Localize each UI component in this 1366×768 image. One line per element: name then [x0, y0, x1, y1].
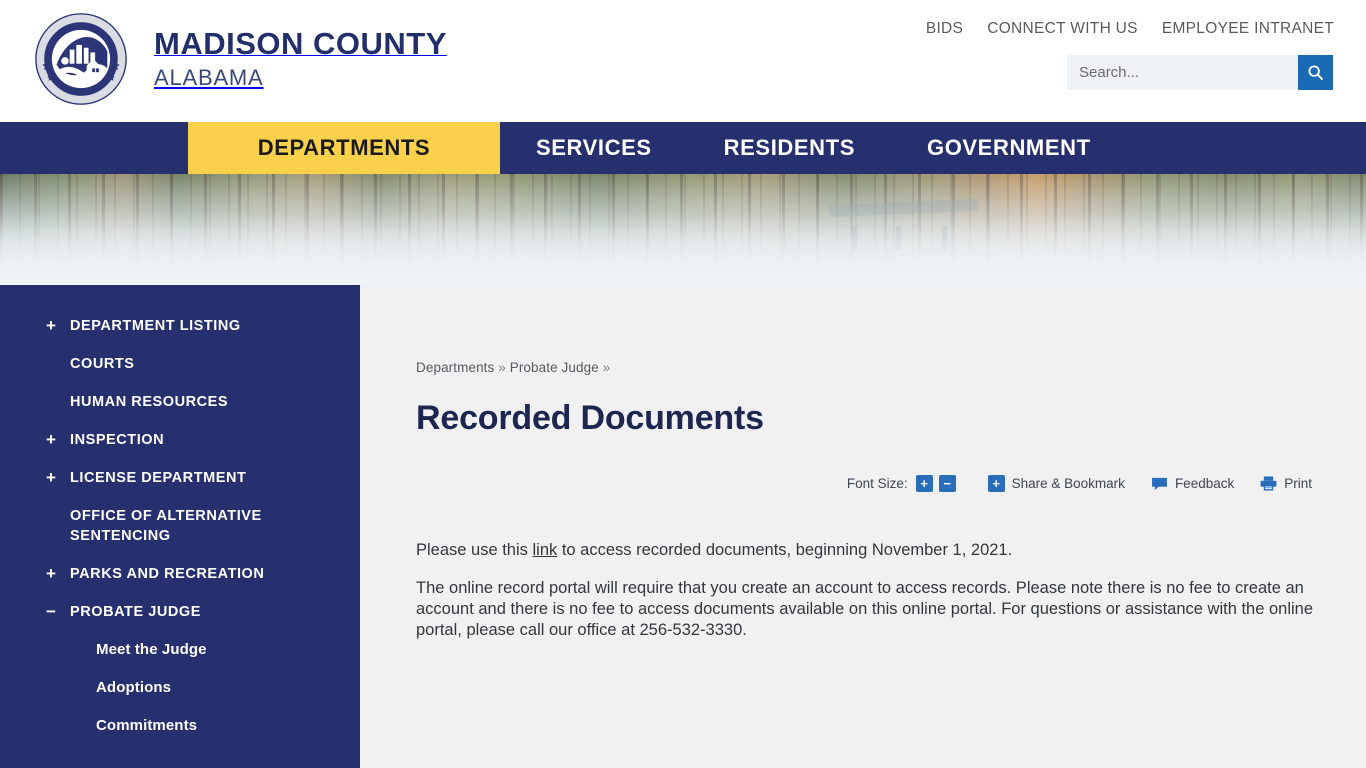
page-body: + DEPARTMENT LISTING COURTS HUMAN RESOUR… [0, 285, 1366, 768]
breadcrumb-separator: » [498, 360, 506, 375]
expand-plus-icon[interactable]: + [46, 564, 60, 584]
paragraph-1-prefix: Please use this [416, 541, 533, 559]
search-icon [1308, 65, 1323, 80]
share-plus-icon: + [987, 475, 1005, 492]
print-label: Print [1284, 476, 1312, 491]
sidebar-navigation: + DEPARTMENT LISTING COURTS HUMAN RESOUR… [0, 285, 360, 768]
madison-county-seal-icon: MADISON COUNTY ALABAMA [34, 12, 128, 106]
page-title: Recorded Documents [416, 399, 764, 437]
sidebar-item-office-of-alternative-sentencing[interactable]: OFFICE OF ALTERNATIVE SENTENCING [0, 497, 360, 555]
breadcrumb-link-probate-judge[interactable]: Probate Judge [510, 360, 599, 375]
font-size-decrease-button[interactable]: − [938, 475, 956, 492]
sidebar-item-probate-judge[interactable]: − PROBATE JUDGE [0, 593, 360, 631]
sidebar-item-label: Adoptions [96, 679, 172, 696]
nav-item-departments[interactable]: DEPARTMENTS [188, 122, 500, 174]
sidebar-item-meet-the-judge[interactable]: Meet the Judge [0, 631, 360, 669]
feedback-button[interactable]: Feedback [1151, 476, 1234, 491]
sidebar-item-label: OFFICE OF ALTERNATIVE SENTENCING [70, 508, 262, 544]
utility-link-employee-intranet[interactable]: EMPLOYEE INTRANET [1162, 20, 1334, 38]
nav-item-services[interactable]: SERVICES [500, 122, 688, 174]
sidebar-item-label: Commitments [96, 717, 198, 734]
sidebar-item-label: INSPECTION [70, 432, 165, 448]
sidebar-item-label: DEPARTMENT LISTING [70, 318, 241, 334]
main-navigation: DEPARTMENTS SERVICES RESIDENTS GOVERNMEN… [0, 122, 1366, 174]
feedback-label: Feedback [1174, 476, 1235, 491]
sidebar-item-label: COURTS [70, 356, 135, 372]
collapse-minus-icon[interactable]: − [46, 602, 60, 622]
share-and-bookmark-label: Share & Bookmark [1011, 476, 1125, 491]
page-banner-image [0, 174, 1366, 285]
search-box [1067, 55, 1333, 90]
page-tools-toolbar: Font Size: + − + Share & Bookmark Feedba… [416, 475, 1338, 492]
paragraph-1: Please use this link to access recorded … [416, 540, 1338, 561]
sidebar-item-license-department[interactable]: + LICENSE DEPARTMENT [0, 459, 360, 497]
sidebar-item-adoptions[interactable]: Adoptions [0, 669, 360, 707]
nav-left-spacer [0, 122, 188, 174]
font-size-label: Font Size: [846, 476, 908, 491]
nav-item-government[interactable]: GOVERNMENT [891, 122, 1127, 174]
speech-bubble-icon [1151, 477, 1167, 490]
sidebar-item-inspection[interactable]: + INSPECTION [0, 421, 360, 459]
sidebar-item-label: PARKS AND RECREATION [70, 566, 265, 582]
expand-plus-icon[interactable]: + [46, 316, 60, 336]
main-content: Departments » Probate Judge » Recorded D… [360, 285, 1366, 768]
font-size-increase-button[interactable]: + [915, 475, 933, 492]
share-and-bookmark-button[interactable]: + Share & Bookmark [987, 475, 1125, 492]
sidebar-item-label: HUMAN RESOURCES [70, 394, 229, 410]
utility-link-bids[interactable]: BIDS [926, 20, 963, 38]
brand-text: MADISON COUNTY ALABAMA [154, 25, 447, 92]
paragraph-2: The online record portal will require th… [416, 579, 1314, 640]
breadcrumb-separator: » [602, 360, 611, 375]
sidebar-item-label: Meet the Judge [96, 641, 207, 658]
nav-item-residents[interactable]: RESIDENTS [688, 122, 891, 174]
breadcrumb: Departments » Probate Judge » [416, 360, 1338, 375]
expand-plus-icon[interactable]: + [46, 430, 60, 450]
banner-fog-layer [0, 174, 1366, 285]
sidebar-item-label: LICENSE DEPARTMENT [70, 470, 247, 486]
sidebar-item-courts[interactable]: COURTS [0, 345, 360, 383]
sidebar-item-label: PROBATE JUDGE [70, 604, 201, 620]
utility-nav: BIDS CONNECT WITH US EMPLOYEE INTRANET [926, 20, 1334, 38]
search-input[interactable] [1067, 55, 1298, 90]
printer-icon [1260, 476, 1277, 491]
expand-plus-icon[interactable]: + [46, 468, 60, 488]
search-button[interactable] [1298, 55, 1333, 90]
brand-subtitle: ALABAMA [154, 64, 264, 90]
breadcrumb-link-departments[interactable]: Departments [416, 360, 494, 375]
sidebar-item-department-listing[interactable]: + DEPARTMENT LISTING [0, 307, 360, 345]
sidebar-item-commitments[interactable]: Commitments [0, 707, 360, 745]
paragraph-1-suffix: to access recorded documents, beginning … [557, 541, 1013, 559]
site-logo-link[interactable]: MADISON COUNTY ALABAMA MADISON COUNTY AL… [34, 12, 447, 106]
recorded-documents-link[interactable]: link [532, 541, 557, 559]
brand-title: MADISON COUNTY [154, 26, 447, 62]
utility-link-connect-with-us[interactable]: CONNECT WITH US [987, 20, 1138, 38]
article-body: Please use this link to access recorded … [416, 540, 1338, 641]
sidebar-item-parks-and-recreation[interactable]: + PARKS AND RECREATION [0, 555, 360, 593]
site-header: MADISON COUNTY ALABAMA MADISON COUNTY AL… [0, 0, 1366, 122]
sidebar-item-human-resources[interactable]: HUMAN RESOURCES [0, 383, 360, 421]
print-button[interactable]: Print [1260, 476, 1312, 491]
